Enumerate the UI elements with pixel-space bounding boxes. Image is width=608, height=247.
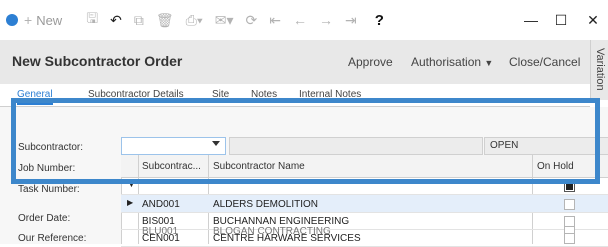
variation-side-tab[interactable]: Variation [590,40,608,100]
variation-label: Variation [594,48,606,91]
close-window-button[interactable]: ✕ [578,0,608,40]
authorisation-label: Authorisation [411,55,482,69]
app-logo-icon [6,14,18,26]
refresh-icon[interactable]: ⟳ [246,12,258,29]
last-record-icon[interactable]: ⇥ [345,12,357,29]
email-icon[interactable]: ✉▾ [215,12,234,29]
row-code: AND001 [142,199,180,210]
row-selector-icon: ▶ [127,198,134,207]
task-number-label: Task Number: [18,184,80,195]
close-cancel-button[interactable]: Close/Cancel [509,55,580,69]
on-hold-checkbox[interactable] [564,233,575,244]
maximize-button[interactable]: ☐ [546,0,576,40]
approve-button[interactable]: Approve [348,55,393,69]
copy-icon[interactable]: ⧉ [134,12,144,29]
row-name: CENTRE HARWARE SERVICES [213,233,361,244]
minimize-button[interactable]: — [516,0,546,40]
table-row[interactable] [121,229,608,247]
row-name: ALDERS DEMOLITION [213,199,319,210]
authorisation-button[interactable]: Authorisation ▼ [411,55,493,69]
save-icon[interactable]: 🖫 [86,8,98,32]
print-icon[interactable]: ⎙▾ [186,12,203,29]
first-record-icon[interactable]: ⇤ [269,12,281,29]
table-row[interactable] [121,195,608,213]
previous-record-icon[interactable]: ← [293,12,307,28]
new-button-label: New [36,12,63,28]
plus-icon: + [24,12,33,28]
highlight-frame [11,98,600,184]
order-date-label: Order Date: [18,213,71,224]
new-button[interactable]: + New [24,12,74,28]
page-header: New Subcontractor Order Approve Authoris… [0,40,590,84]
row-code: CEN001 [142,233,180,244]
help-button[interactable]: ? [375,12,384,29]
page-title: New Subcontractor Order [12,53,183,69]
table-row[interactable] [121,212,608,230]
on-hold-checkbox[interactable] [564,199,575,210]
undo-icon[interactable]: ↶ [110,12,122,29]
caret-down-icon: ▼ [484,58,494,68]
next-record-icon[interactable]: → [319,12,333,28]
our-reference-label: Our Reference: [18,233,87,244]
delete-icon[interactable]: 🗑 [156,12,174,29]
